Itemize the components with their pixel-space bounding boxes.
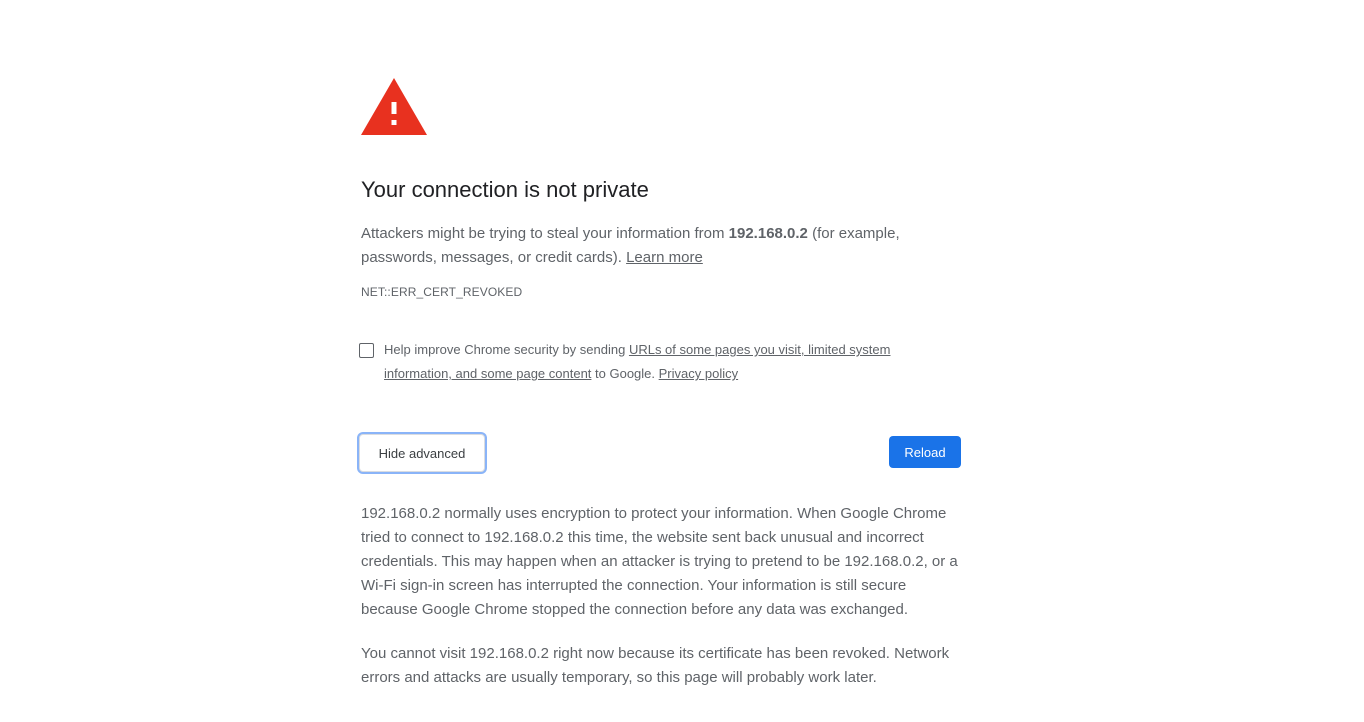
warning-triangle-icon xyxy=(361,78,427,135)
optin-checkbox[interactable] xyxy=(359,343,374,358)
page-title: Your connection is not private xyxy=(361,177,649,202)
reload-button[interactable]: Reload xyxy=(889,436,961,468)
interstitial-container: Your connection is not private Attackers… xyxy=(359,78,961,686)
learn-more-link[interactable]: Learn more xyxy=(626,249,703,266)
summary-prefix: Attackers might be trying to steal your … xyxy=(361,225,729,242)
warning-summary: Attackers might be trying to steal your … xyxy=(361,222,921,270)
advanced-details: 192.168.0.2 normally uses encryption to … xyxy=(361,502,961,710)
host-name: 192.168.0.2 xyxy=(728,225,808,242)
privacy-policy-link[interactable]: Privacy policy xyxy=(659,366,738,381)
security-optin: Help improve Chrome security by sending … xyxy=(359,338,921,386)
error-code: NET::ERR_CERT_REVOKED xyxy=(361,285,523,299)
details-paragraph-1: 192.168.0.2 normally uses encryption to … xyxy=(361,505,958,618)
optin-text: Help improve Chrome security by sending … xyxy=(384,338,921,386)
hide-advanced-button[interactable]: Hide advanced xyxy=(359,434,485,472)
optin-prefix: Help improve Chrome security by sending xyxy=(384,342,629,357)
optin-middle: to Google. xyxy=(591,366,659,381)
details-paragraph-2: You cannot visit 192.168.0.2 right now b… xyxy=(361,645,950,686)
